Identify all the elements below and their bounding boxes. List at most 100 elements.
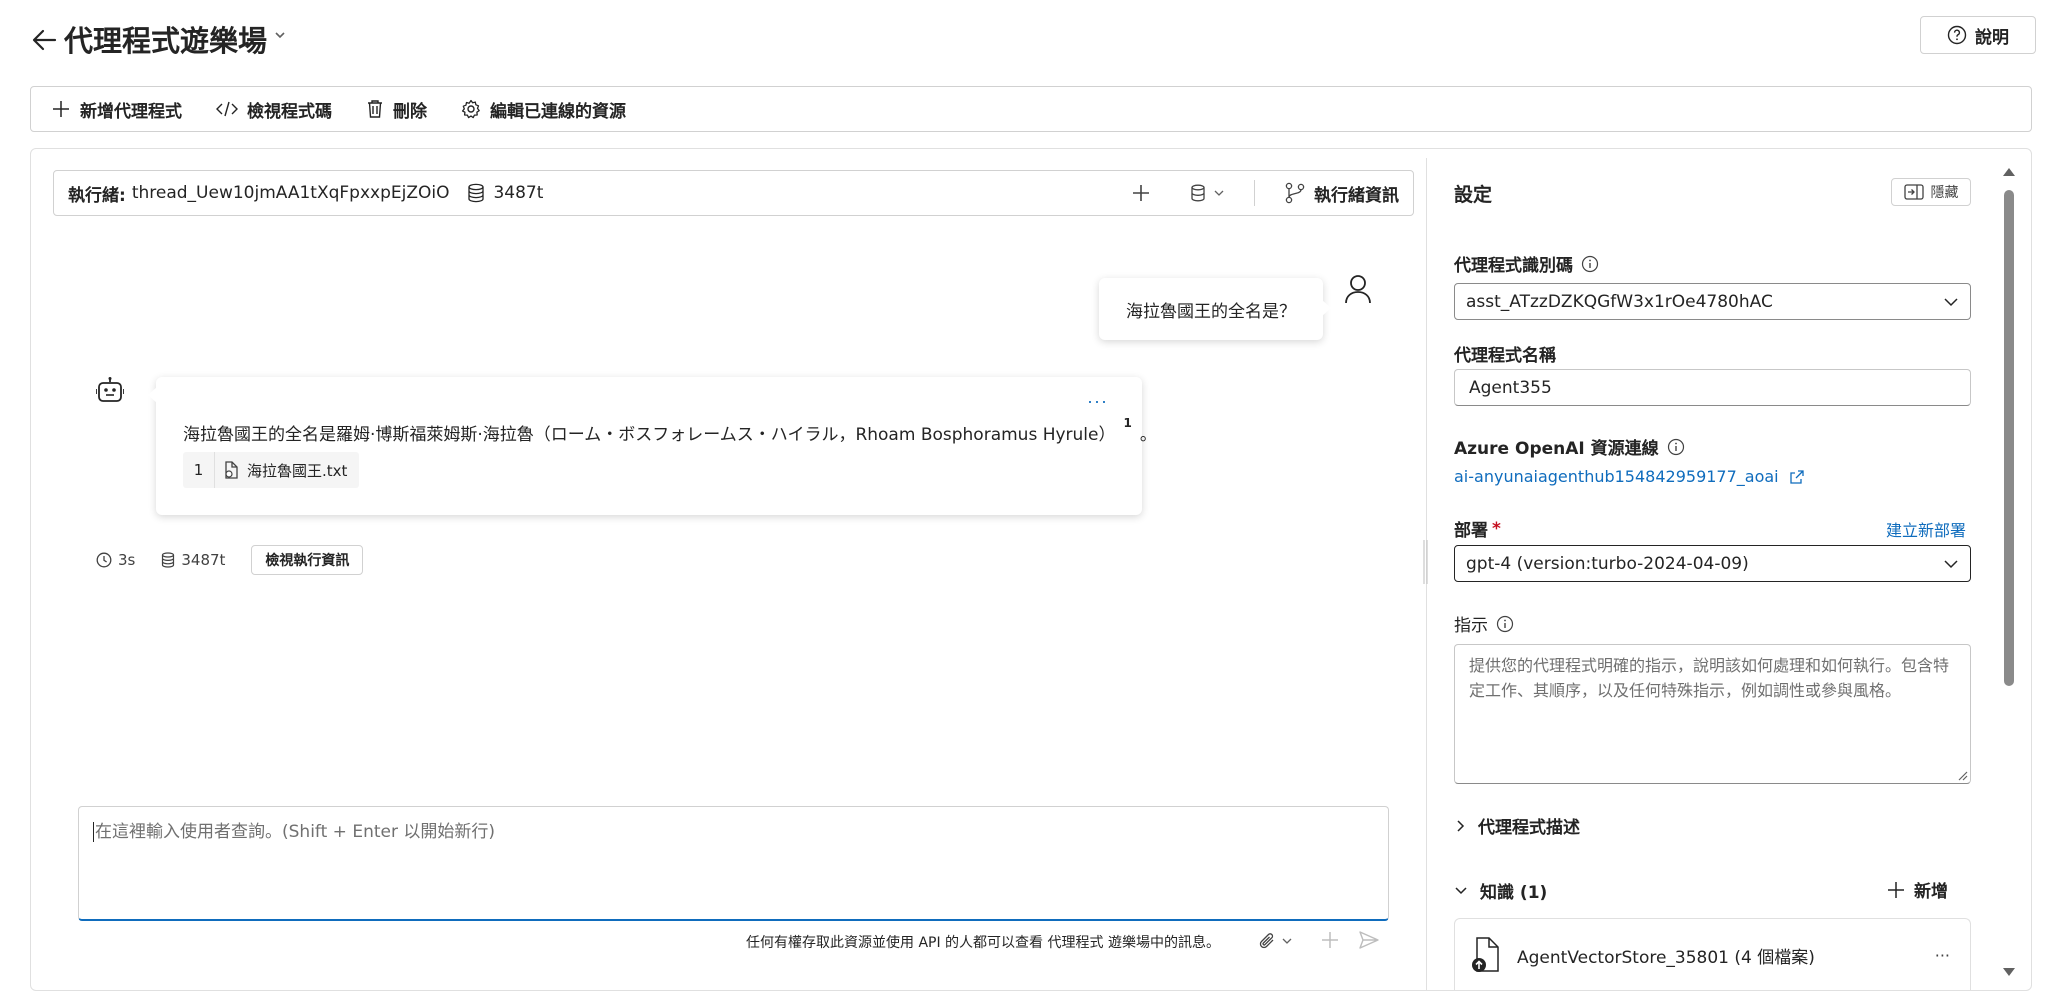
agent-id-label: 代理程式識別碼 xyxy=(1454,251,1599,276)
scrollbar-thumb[interactable] xyxy=(2004,190,2014,686)
agent-id-label-text: 代理程式識別碼 xyxy=(1454,256,1573,276)
thread-id: thread_Uew10jmAA1tXqFpxxpEjZOiO xyxy=(131,183,450,203)
database-icon xyxy=(161,552,175,568)
aoai-link-text: ai-anyunaiagenthub154842959177_aoai xyxy=(1454,467,1779,486)
plus-icon xyxy=(51,99,71,119)
run-time: 3s xyxy=(118,551,136,569)
new-agent-label: 新增代理程式 xyxy=(80,101,182,122)
scroll-up-arrow-icon[interactable] xyxy=(2001,166,2017,178)
gear-icon xyxy=(461,99,481,119)
assistant-message-end: 。 xyxy=(1139,425,1157,445)
assistant-message-text: 海拉魯國王的全名是羅姆·博斯福萊姆斯·海拉魯（ローム・ボスフォレームス・ハイラル… xyxy=(183,416,1157,445)
agent-description-accordion[interactable]: 代理程式描述 xyxy=(1456,813,1580,838)
agent-name-input[interactable]: Agent355 xyxy=(1454,369,1971,406)
thread-storage-dropdown[interactable] xyxy=(1190,184,1224,202)
knowledge-accordion[interactable]: 知識 (1) xyxy=(1454,878,1547,903)
edit-resources-button[interactable]: 編輯已連線的資源 xyxy=(461,97,626,122)
chevron-down-icon[interactable] xyxy=(274,30,286,40)
required-mark: * xyxy=(1492,518,1501,539)
chevron-down-icon xyxy=(1214,189,1224,197)
file-link-icon xyxy=(223,461,239,479)
new-agent-button[interactable]: 新增代理程式 xyxy=(51,97,182,122)
resize-grip-icon[interactable] xyxy=(1956,769,1968,781)
privacy-disclaimer: 任何有權存取此資源並使用 API 的人都可以查看 代理程式 遊樂場中的訊息。 xyxy=(746,935,1220,951)
delete-label: 刪除 xyxy=(393,101,427,122)
instructions-label: 指示 xyxy=(1454,611,1514,636)
thread-info-button[interactable]: 執行緒資訊 xyxy=(1285,181,1399,206)
scroll-down-arrow-icon[interactable] xyxy=(2001,966,2017,978)
panel-collapse-icon xyxy=(1903,184,1924,200)
database-icon xyxy=(467,183,485,203)
external-link-icon xyxy=(1789,469,1805,485)
deployment-label-text: 部署 xyxy=(1454,521,1488,541)
user-message-text: 海拉魯國王的全名是？ xyxy=(1126,301,1296,322)
citation-file: 海拉魯國王.txt xyxy=(247,461,348,480)
help-button[interactable]: 說明 xyxy=(1920,16,2036,54)
info-icon[interactable] xyxy=(1496,615,1514,633)
chevron-down-icon xyxy=(1454,886,1468,896)
info-icon[interactable] xyxy=(1581,255,1599,273)
code-icon xyxy=(216,100,238,118)
knowledge-label: 知識 (1) xyxy=(1480,883,1548,903)
instructions-placeholder: 提供您的代理程式明確的指示，說明該如何處理和如何執行。包含特定工作、其順序，以及… xyxy=(1469,656,1950,700)
thread-bar: 執行緒: thread_Uew10jmAA1tXqFpxxpEjZOiO 348… xyxy=(53,170,1414,216)
agent-id-value: asst_ATzzDZKQGfW3x1rOe4780hAC xyxy=(1466,291,1773,312)
citation-chip[interactable]: 1 海拉魯國王.txt xyxy=(183,452,360,488)
view-run-info-button[interactable]: 檢視執行資訊 xyxy=(251,545,364,575)
back-arrow-icon[interactable] xyxy=(30,26,58,54)
citation-marker[interactable]: 1 xyxy=(1124,416,1132,430)
deployment-dropdown[interactable]: gpt-4 (version:turbo-2024-04-09) xyxy=(1454,545,1971,582)
view-code-button[interactable]: 檢視程式碼 xyxy=(216,97,332,122)
user-message: 海拉魯國王的全名是？ xyxy=(1099,278,1331,340)
message-more-button[interactable]: ··· xyxy=(1087,391,1108,412)
instructions-textarea[interactable]: 提供您的代理程式明確的指示，說明該如何處理和如何執行。包含特定工作、其順序，以及… xyxy=(1454,644,1971,784)
add-message-button[interactable] xyxy=(1320,930,1340,950)
resize-handle[interactable] xyxy=(1422,538,1429,586)
vector-store-card[interactable]: AgentVectorStore_35801 (4 個檔案) ··· xyxy=(1454,918,1971,991)
branch-icon xyxy=(1285,182,1305,204)
chevron-down-icon xyxy=(1282,937,1292,945)
help-label: 說明 xyxy=(1975,27,2009,48)
chevron-right-icon xyxy=(1456,819,1466,833)
thread-info-label: 執行緒資訊 xyxy=(1314,185,1399,206)
info-icon[interactable] xyxy=(1667,438,1685,456)
create-deployment-link[interactable]: 建立新部署 xyxy=(1886,517,1966,541)
aoai-connection-label: Azure OpenAI 資源連線 xyxy=(1454,434,1685,459)
new-thread-icon[interactable] xyxy=(1130,182,1152,204)
settings-title: 設定 xyxy=(1454,184,1493,206)
aoai-label-text: Azure OpenAI 資源連線 xyxy=(1454,439,1659,459)
hide-label: 隱藏 xyxy=(1930,185,1959,201)
thread-label: 執行緒: xyxy=(68,185,126,206)
vector-store-more-button[interactable]: ··· xyxy=(1935,946,1950,965)
thread-tokens: 3487t xyxy=(493,183,544,203)
agent-id-dropdown[interactable]: asst_ATzzDZKQGfW3x1rOe4780hAC xyxy=(1454,283,1971,320)
agent-name-label-text: 代理程式名稱 xyxy=(1454,346,1556,366)
add-label: 新增 xyxy=(1914,882,1948,902)
vector-store-name: AgentVectorStore_35801 (4 個檔案) xyxy=(1517,947,1815,968)
delete-button[interactable]: 刪除 xyxy=(366,97,427,122)
instructions-label-text: 指示 xyxy=(1454,616,1488,636)
paperclip-icon xyxy=(1258,932,1276,950)
view-code-label: 檢視程式碼 xyxy=(247,101,332,122)
agent-description-label: 代理程式描述 xyxy=(1478,818,1580,838)
deployment-value: gpt-4 (version:turbo-2024-04-09) xyxy=(1466,553,1749,574)
attach-button[interactable] xyxy=(1258,932,1292,950)
user-avatar-icon xyxy=(1344,274,1372,304)
send-icon xyxy=(1359,931,1379,949)
aoai-connection-link[interactable]: ai-anyunaiagenthub154842959177_aoai xyxy=(1454,467,1805,486)
citation-number: 1 xyxy=(183,452,215,488)
hide-settings-button[interactable]: 隱藏 xyxy=(1891,178,1971,206)
add-knowledge-button[interactable]: 新增 xyxy=(1886,877,1948,902)
page-title: 代理程式遊樂場 xyxy=(64,24,268,58)
agent-name-value: Agent355 xyxy=(1469,377,1552,398)
send-button[interactable] xyxy=(1358,930,1380,950)
text-caret xyxy=(93,822,94,842)
run-metadata: 3s 3487t 檢視執行資訊 xyxy=(96,545,364,575)
plus-icon xyxy=(1322,932,1338,948)
run-tokens: 3487t xyxy=(181,551,226,569)
chat-input[interactable]: 在這裡輸入使用者查詢。(Shift + Enter 以開始新行) xyxy=(78,806,1389,921)
cylinder-icon xyxy=(1190,184,1206,202)
help-icon xyxy=(1947,25,1967,45)
trash-icon xyxy=(366,99,384,119)
chat-input-placeholder: 在這裡輸入使用者查詢。(Shift + Enter 以開始新行) xyxy=(95,822,495,842)
